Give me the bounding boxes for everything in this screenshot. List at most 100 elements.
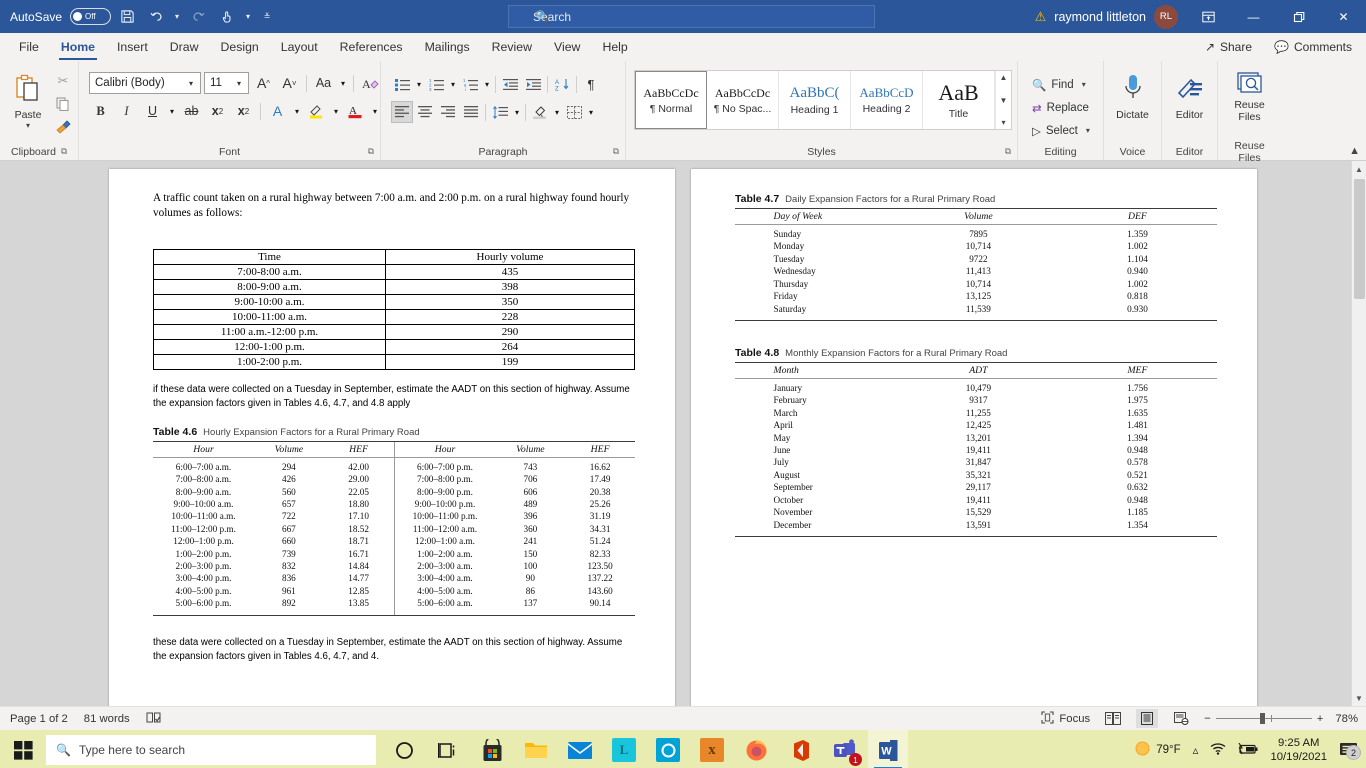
zoom-controls[interactable]: − + [1204,713,1323,725]
styles-dialog-launcher-icon[interactable]: ⧉ [1005,146,1011,157]
taskbar-app-microsoft-store[interactable] [472,730,512,768]
align-right-icon[interactable] [437,101,459,123]
tab-view[interactable]: View [543,33,591,61]
search-input[interactable]: 🔍 Search [508,5,875,28]
grow-font-icon[interactable]: A ^ [252,72,275,94]
text-effects-icon[interactable]: A [266,100,289,122]
multilevel-list-icon[interactable]: 1ai [459,73,481,95]
text-effects-dropdown-icon[interactable]: ▾ [292,107,302,116]
increase-indent-icon[interactable] [522,73,544,95]
font-size-combo[interactable]: 11 ▾ [204,72,249,94]
autosave-toggle[interactable]: Off [70,8,112,25]
font-name-combo[interactable]: Calibri (Body) ▾ [89,72,201,94]
ribbon-display-options-icon[interactable] [1186,0,1231,33]
tab-references[interactable]: References [329,33,414,61]
taskbar-app-microsoft-word[interactable]: W [868,730,908,768]
customize-quick-access-icon[interactable]: ≚ [262,12,272,21]
touch-mode-dropdown-icon[interactable]: ▾ [243,12,253,21]
line-spacing-icon[interactable] [489,101,511,123]
borders-dropdown-icon[interactable]: ▾ [586,108,596,117]
zoom-slider[interactable] [1215,713,1312,724]
select-button[interactable]: ▷ Select ▾ [1028,120,1097,141]
styles-scroll-down-icon[interactable]: ▼ [1000,96,1008,105]
bullets-icon[interactable] [391,73,413,95]
change-case-dropdown-icon[interactable]: ▾ [338,79,348,88]
scroll-up-icon[interactable]: ▲ [1355,161,1363,177]
web-layout-icon[interactable] [1170,709,1192,728]
copy-icon[interactable] [52,94,74,114]
tab-draw[interactable]: Draw [159,33,210,61]
tab-home[interactable]: Home [50,33,106,61]
subscript-button[interactable]: x2 [206,100,229,122]
save-icon[interactable] [114,4,140,30]
show-formatting-marks-icon[interactable]: ¶ [580,73,602,95]
cortana-icon[interactable] [384,730,424,768]
style-heading-2[interactable]: AaBbCcD Heading 2 [851,71,923,129]
read-mode-icon[interactable] [1102,709,1124,728]
superscript-button[interactable]: x2 [232,100,255,122]
tab-layout[interactable]: Layout [270,33,329,61]
italic-button[interactable]: I [115,100,138,122]
zoom-out-button[interactable]: − [1204,713,1211,725]
focus-button[interactable]: Focus [1041,710,1090,727]
style-normal[interactable]: AaBbCcDc ¶ Normal [635,71,707,129]
battery-icon[interactable] [1238,742,1258,758]
styles-gallery[interactable]: AaBbCcDc ¶ Normal AaBbCcDc ¶ No Spac... … [634,70,1012,130]
tab-review[interactable]: Review [481,33,543,61]
style-no-spacing[interactable]: AaBbCcDc ¶ No Spac... [707,71,779,129]
proofing-errors-icon[interactable] [146,711,161,727]
cut-icon[interactable]: ✂ [52,71,74,91]
scroll-down-icon[interactable]: ▼ [1355,690,1363,706]
numbering-dropdown-icon[interactable]: ▾ [448,80,458,89]
document-page-1[interactable]: A traffic count taken on a rural highway… [109,169,675,706]
bullets-dropdown-icon[interactable]: ▾ [414,80,424,89]
tab-insert[interactable]: Insert [106,33,159,61]
reuse-files-button[interactable]: Reuse Files [1222,67,1277,123]
tab-mailings[interactable]: Mailings [414,33,481,61]
change-case-icon[interactable]: Aa [312,72,335,94]
borders-icon[interactable] [563,101,585,123]
undo-dropdown-icon[interactable]: ▾ [172,12,182,21]
bold-button[interactable]: B [89,100,112,122]
align-left-icon[interactable] [391,101,413,123]
font-size-dropdown-icon[interactable]: ▾ [234,79,244,88]
document-vertical-scrollbar[interactable]: ▲ ▼ [1351,161,1366,706]
taskbar-app-lastpass[interactable]: L [604,730,644,768]
taskbar-app-orange[interactable]: x [692,730,732,768]
tab-design[interactable]: Design [209,33,269,61]
font-name-dropdown-icon[interactable]: ▾ [186,79,196,88]
paragraph-dialog-launcher-icon[interactable]: ⧉ [613,146,619,157]
line-spacing-dropdown-icon[interactable]: ▾ [512,108,522,117]
share-button[interactable]: ↗ Share [1197,38,1260,56]
style-heading-1[interactable]: AaBbC( Heading 1 [779,71,851,129]
strikethrough-button[interactable]: ab [180,100,203,122]
styles-gallery-scrollbar[interactable]: ▲ ▼ ▾ [995,71,1011,129]
shading-dropdown-icon[interactable]: ▾ [552,108,562,117]
style-title[interactable]: AaB Title [923,71,995,129]
align-center-icon[interactable] [414,101,436,123]
taskbar-app-file-explorer[interactable] [516,730,556,768]
network-icon[interactable] [1210,742,1226,758]
font-color-icon[interactable]: A [344,100,367,122]
windows-start-icon[interactable] [0,730,46,768]
editor-button[interactable]: Editor [1166,67,1213,121]
shading-icon[interactable] [529,101,551,123]
select-dropdown-icon[interactable]: ▾ [1083,126,1093,135]
justify-icon[interactable] [460,101,482,123]
taskbar-app-microsoft-teams[interactable]: 1 [824,730,864,768]
underline-button[interactable]: U [141,100,164,122]
taskbar-app-firefox[interactable] [736,730,776,768]
clear-formatting-icon[interactable]: A [359,72,382,94]
print-layout-icon[interactable] [1136,709,1159,728]
replace-button[interactable]: ⇄ Replace [1028,97,1097,118]
show-hidden-icons-icon[interactable]: ▵ [1193,743,1199,757]
styles-more-icon[interactable]: ▾ [1001,118,1005,127]
paste-button[interactable]: Paste ▾ [4,67,52,130]
collapse-ribbon-icon[interactable]: ▲ [1349,145,1360,157]
word-count[interactable]: 81 words [84,713,130,725]
taskbar-app-office[interactable] [780,730,820,768]
find-dropdown-icon[interactable]: ▾ [1079,80,1089,89]
comments-button[interactable]: 💬 Comments [1266,38,1360,56]
tab-help[interactable]: Help [591,33,638,61]
paste-dropdown-icon[interactable]: ▾ [23,121,33,130]
